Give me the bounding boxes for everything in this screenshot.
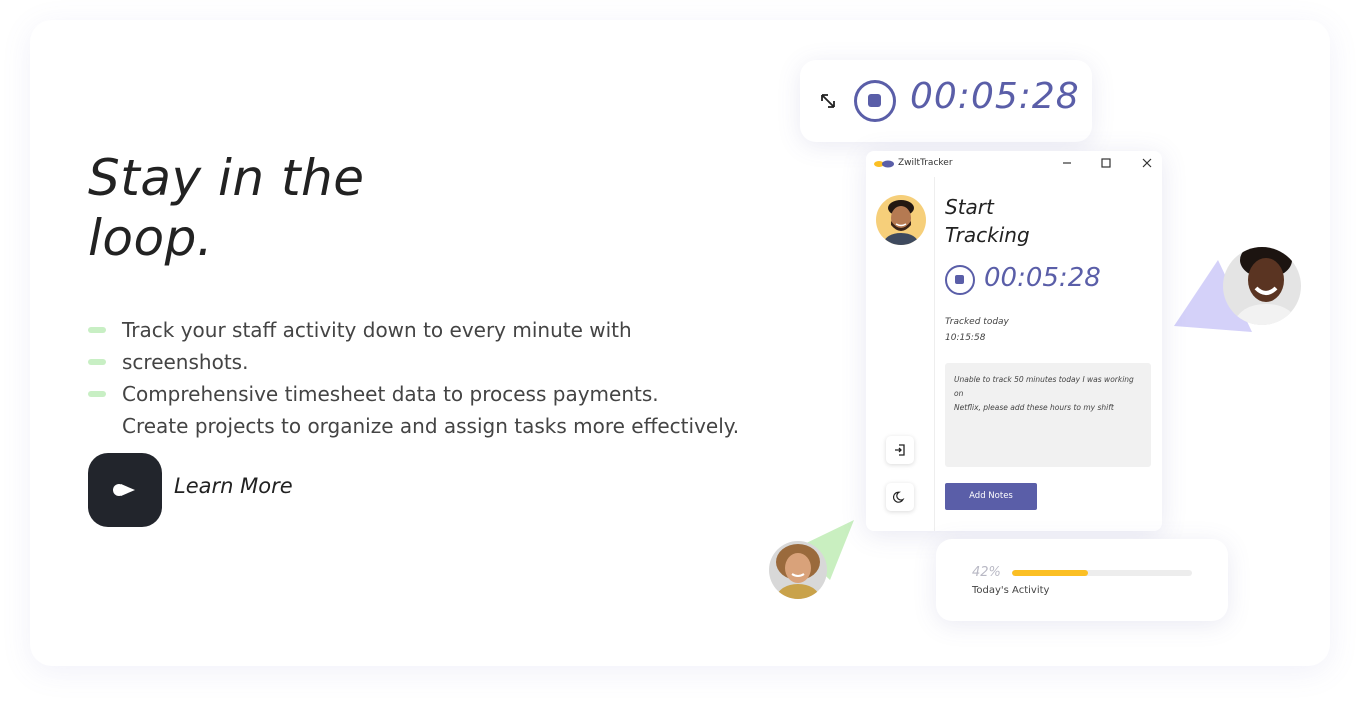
note-line-2: Netflix, please add these hours to my sh… [954,403,1114,412]
timer-display: 00:05:28 [910,76,1080,117]
heading-line-1: Start [945,195,994,219]
minimize-button[interactable] [1059,155,1075,171]
moon-icon [893,491,905,503]
feature-text: screenshots. [122,350,249,374]
bullet-dash-icon [88,327,106,333]
feature-list: Track your staff activity down to every … [88,314,739,442]
bullet-dash-icon [88,391,106,397]
activity-percent: 42% [972,565,1001,580]
stop-circle-icon[interactable] [945,265,975,295]
activity-card: 42% Today's Activity [936,539,1228,621]
feature-item: screenshots. [88,346,739,378]
brand-logo-icon [874,160,894,168]
feature-text: Create projects to organize and assign t… [122,414,740,438]
add-notes-button[interactable]: Add Notes [945,483,1037,510]
tracked-today-value: 10:15:58 [945,333,986,343]
app-sidebar [866,177,935,531]
feature-item: Track your staff activity down to every … [88,314,739,346]
logout-icon [895,444,905,456]
window-titlebar: ZwiltTracker [866,151,1162,177]
feature-text: Track your staff activity down to every … [122,318,632,342]
play-arrow-icon [113,484,135,496]
hero-title: Stay in the loop. [88,148,365,268]
start-tracking-heading: Start Tracking [945,193,1030,249]
feature-extra-line: Create projects to organize and assign t… [88,410,739,442]
feature-item: Comprehensive timesheet data to process … [88,378,739,410]
tracked-today-label: Tracked today [945,317,1009,327]
tracker-app-window: ZwiltTracker Start Tracking 00:05:28 Tra… [866,151,1162,531]
maximize-button[interactable] [1098,155,1114,171]
activity-progress-fill [1012,570,1088,576]
floating-timer-widget: 00:05:28 [800,60,1092,142]
heading-line-2: Tracking [945,223,1030,247]
app-timer-display: 00:05:28 [984,263,1101,293]
learn-more-link[interactable]: Learn More [174,474,293,498]
learn-more-button[interactable] [88,453,162,527]
user-avatar-left [769,541,827,599]
maximize-icon [1101,158,1111,168]
close-button[interactable] [1139,155,1155,171]
close-icon [1142,158,1152,168]
user-avatar-right [1223,247,1301,325]
theme-toggle-button[interactable] [886,483,914,511]
avatar [876,195,926,245]
minimize-icon [1063,162,1071,164]
note-line-1: Unable to track 50 minutes today I was w… [954,375,1134,398]
app-brand-name: ZwiltTracker [898,158,953,168]
logout-button[interactable] [886,436,914,464]
feature-text: Comprehensive timesheet data to process … [122,382,659,406]
stop-circle-icon[interactable] [854,80,896,122]
expand-arrows-icon[interactable] [820,93,836,109]
bullet-dash-icon [88,359,106,365]
activity-label: Today's Activity [972,585,1050,596]
hero-title-line-2: loop. [88,209,214,267]
activity-progress-track [1012,570,1192,576]
user-avatar-icon [876,195,926,245]
hero-title-line-1: Stay in the [88,149,365,207]
notes-textarea[interactable]: Unable to track 50 minutes today I was w… [945,363,1151,467]
